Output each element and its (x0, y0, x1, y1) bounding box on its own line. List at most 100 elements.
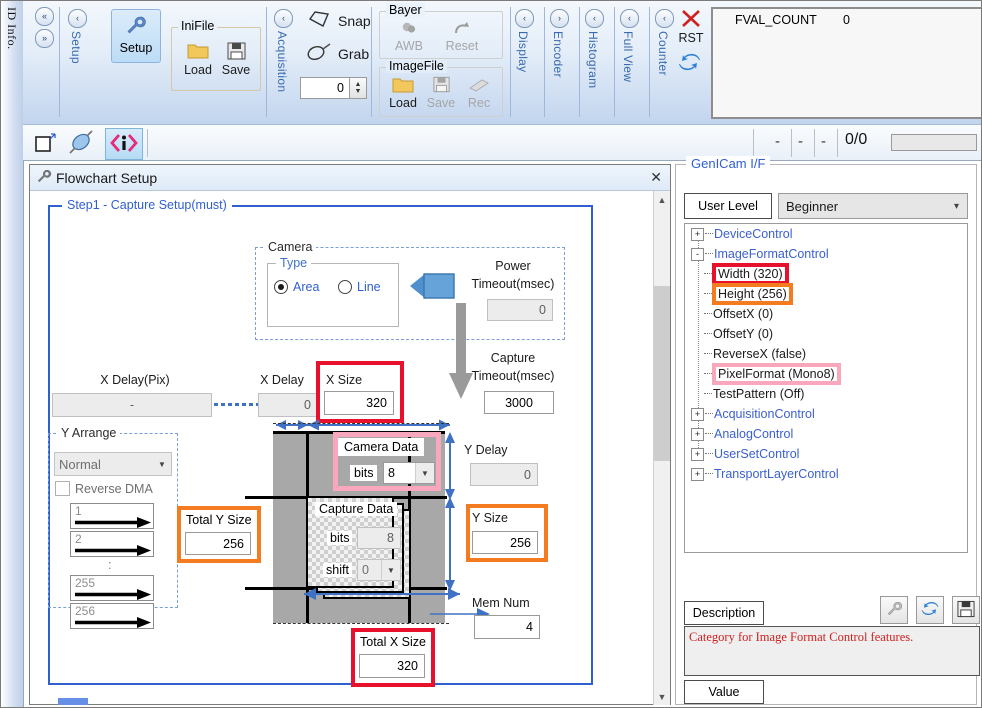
imagefile-load-button[interactable]: Load (384, 76, 422, 110)
flowchart-titlebar[interactable]: Flowchart Setup ✕ (30, 165, 670, 191)
resize-marker[interactable] (58, 698, 88, 705)
id-info-label: ID Info. (5, 7, 19, 50)
close-icon[interactable]: ✕ (650, 169, 662, 186)
display-group-arrow[interactable]: ‹ (515, 9, 534, 28)
tree-node[interactable]: + DeviceControl (685, 224, 967, 244)
expand-icon[interactable]: + (691, 407, 704, 421)
acquisition-spinner[interactable]: 0 ▲ ▼ (300, 77, 367, 99)
power-timeout-input[interactable]: 0 (487, 299, 553, 321)
tree-node[interactable]: - ImageFormatControl (685, 244, 967, 264)
setup-group-arrow[interactable]: ‹ (68, 9, 87, 28)
ribbon-collapse-down-button[interactable]: » (35, 29, 54, 48)
description-text: Category for Image Format Control featur… (684, 626, 980, 676)
probe-tool-button[interactable] (65, 128, 99, 158)
id-info-sidebar[interactable]: ID Info. (1, 1, 24, 707)
capture-data-shift-label: shift (323, 563, 352, 577)
select-rectangle-icon (34, 131, 58, 156)
snap-button[interactable]: Snap (306, 9, 371, 32)
refresh-button[interactable] (916, 596, 944, 624)
imagefile-rec-button[interactable]: Rec (460, 76, 498, 110)
flowchart-scrollbar[interactable]: ▲ ▼ (653, 191, 670, 705)
spinner-down-icon[interactable]: ▼ (355, 88, 362, 95)
collapse-icon[interactable]: - (691, 247, 704, 261)
capture-timeout-input[interactable]: 3000 (484, 391, 554, 414)
histogram-group-arrow[interactable]: ‹ (585, 9, 604, 28)
expand-icon[interactable]: + (691, 427, 704, 441)
user-level-button[interactable]: User Level (684, 193, 772, 219)
y-delay-input[interactable]: 0 (470, 463, 538, 486)
reverse-dma-checkbox[interactable]: Reverse DMA (55, 481, 153, 496)
tree-node[interactable]: + UserSetControl (685, 444, 967, 464)
counter-refresh-button[interactable] (677, 51, 702, 76)
capture-data-bits-input[interactable]: 8 (357, 527, 401, 549)
genicam-feature-tree[interactable]: + DeviceControl - ImageFormatControl Width (… (684, 223, 968, 553)
inifile-load-button[interactable]: Load (180, 42, 216, 77)
acquisition-group-arrow[interactable]: ‹ (274, 9, 293, 28)
ribbon-collapse-up-button[interactable]: « (35, 7, 54, 26)
x-delay-input[interactable]: 0 (258, 393, 318, 417)
genicam-panel: GenICam I/F User Level Beginner ▾ + Devic… (675, 156, 980, 705)
rst-button[interactable]: RST (673, 9, 709, 45)
expand-icon[interactable]: + (691, 467, 704, 481)
status-dash-3: - (821, 133, 826, 150)
user-level-select[interactable]: Beginner ▾ (778, 193, 968, 219)
bayer-reset-button[interactable]: Reset (436, 20, 488, 53)
description-button[interactable]: Description (684, 601, 764, 625)
counter-group-arrow[interactable]: ‹ (655, 9, 674, 28)
encoder-group-arrow[interactable]: › (550, 9, 569, 28)
capture-data-shift-select[interactable]: 0 ▼ (357, 559, 401, 581)
awb-icon (399, 22, 419, 39)
camera-type-area-radio[interactable]: Area (274, 280, 319, 294)
spinner-up-icon[interactable]: ▲ (355, 81, 362, 88)
scroll-down-icon[interactable]: ▼ (654, 688, 670, 705)
value-button[interactable]: Value (684, 680, 764, 704)
tree-node[interactable]: + TransportLayerControl (685, 464, 967, 484)
x-delay-pix-input[interactable]: - (52, 393, 212, 417)
mem-num-input[interactable]: 4 (474, 615, 540, 639)
y-arrange-ellipsis: : (108, 557, 112, 572)
save-button[interactable] (952, 596, 980, 624)
settings-button[interactable] (880, 596, 908, 624)
tree-node-label: TestPattern (Off) (713, 387, 805, 401)
tree-node[interactable]: + AnalogControl (685, 424, 967, 444)
tree-connector (705, 453, 713, 455)
scroll-up-icon[interactable]: ▲ (654, 191, 670, 208)
fval-count-panel[interactable]: FVAL_COUNT 0 (711, 7, 981, 119)
refresh-icon (920, 599, 940, 621)
tree-connector (704, 373, 712, 375)
acquisition-spinner-arrows[interactable]: ▲ ▼ (350, 77, 367, 99)
tree-node[interactable]: OffsetY (0) (685, 324, 967, 344)
bayer-group: Bayer AWB Reset (379, 3, 503, 59)
y-arrange-mode-select[interactable]: Normal ▼ (54, 452, 172, 476)
tree-node[interactable]: + AcquisitionControl (685, 404, 967, 424)
inifile-save-button[interactable]: Save (218, 42, 254, 77)
bayer-reset-label: Reset (445, 39, 479, 53)
tree-node[interactable]: Width (320) (685, 264, 967, 284)
tree-node[interactable]: ReverseX (false) (685, 344, 967, 364)
camera-type-line-radio[interactable]: Line (338, 280, 381, 294)
expand-icon[interactable]: + (691, 447, 704, 461)
grab-button[interactable]: Grab (306, 42, 369, 65)
tree-node[interactable]: Height (256) (685, 284, 967, 304)
awb-button[interactable]: AWB (386, 20, 432, 53)
setup-button[interactable]: Setup (111, 9, 161, 63)
expand-icon[interactable]: + (691, 227, 704, 241)
fullview-group-arrow[interactable]: ‹ (620, 9, 639, 28)
ribbon-divider (266, 7, 267, 117)
imagefile-save-button[interactable]: Save (422, 76, 460, 110)
tree-node[interactable]: PixelFormat (Mono8) (685, 364, 967, 384)
ribbon-divider (579, 7, 580, 117)
roi-tool-button[interactable] (31, 128, 61, 158)
rst-label: RST (678, 31, 704, 45)
tree-node[interactable]: OffsetX (0) (685, 304, 967, 324)
tree-node-label: TransportLayerControl (714, 467, 839, 481)
secondary-toolbar: - - - 0/0 (23, 125, 981, 161)
progress-bar[interactable] (891, 134, 977, 151)
radio-unselected-icon (338, 280, 352, 294)
ribbon-divider (649, 7, 650, 117)
tree-node[interactable]: TestPattern (Off) (685, 384, 967, 404)
acquisition-spinner-value[interactable]: 0 (300, 77, 350, 99)
info-tool-button[interactable] (105, 128, 143, 160)
bayer-group-title: Bayer (386, 3, 425, 17)
scrollbar-thumb[interactable] (654, 286, 670, 461)
